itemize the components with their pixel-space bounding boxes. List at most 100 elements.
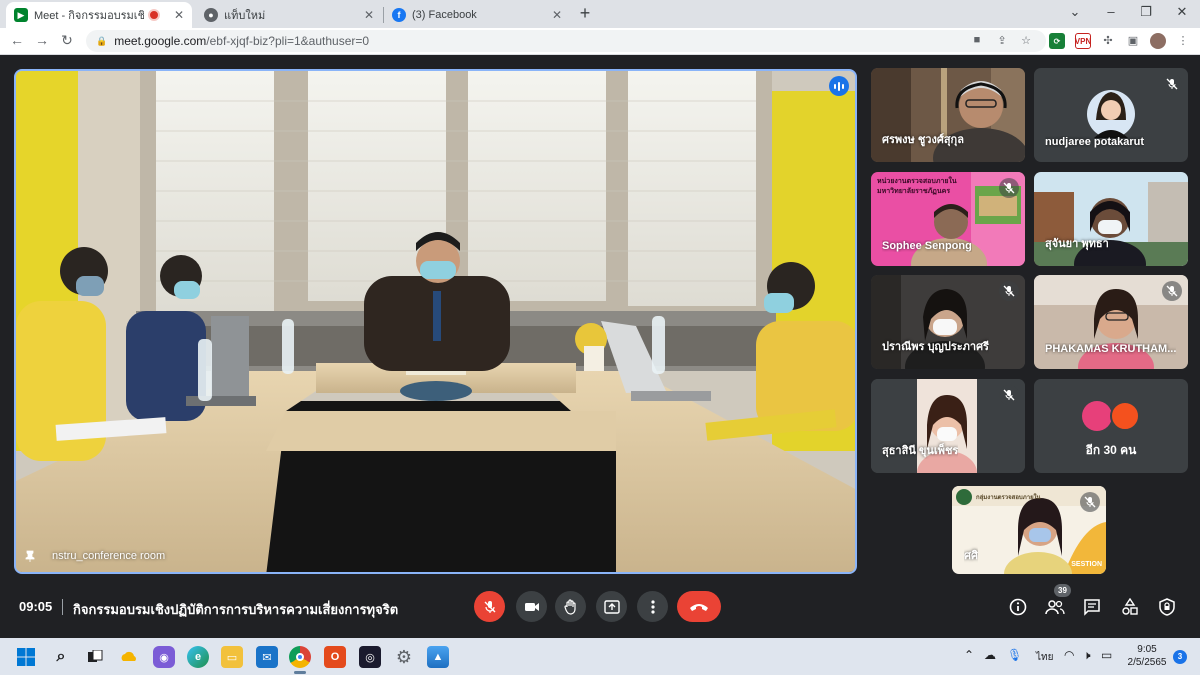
slide-text: หน่วยงานตรวจสอบภายใน มหาวิทยาลัยราชภัฏนค… (877, 178, 957, 195)
participant-count-badge: 39 (1054, 584, 1071, 597)
close-tab-icon[interactable]: ✕ (364, 8, 374, 22)
participant-name: สุจันยา พุทธา (1045, 238, 1109, 250)
people-button[interactable] (1044, 596, 1066, 618)
wifi-icon[interactable]: ◠ (1064, 648, 1074, 662)
file-explorer-icon[interactable]: ▭ (221, 646, 243, 668)
mic-off-icon (484, 600, 495, 613)
settings-gear-icon[interactable]: ⚙ (393, 646, 415, 668)
active-app-indicator (294, 671, 306, 674)
participant-name: Sophee Senpong (882, 240, 972, 252)
url-host: meet.google.com (114, 34, 207, 48)
pin-icon[interactable] (24, 550, 36, 562)
extension-icon[interactable]: ⟳ (1049, 33, 1065, 49)
edge-browser-icon[interactable]: e (187, 646, 209, 668)
info-icon (1009, 598, 1027, 616)
vpn-extension-icon[interactable]: VPN (1075, 33, 1091, 49)
recording-indicator-icon (147, 9, 160, 21)
side-panel-icon[interactable]: ▣ (1126, 34, 1140, 47)
avatar (1110, 401, 1140, 431)
raise-hand-button[interactable] (555, 591, 586, 622)
back-arrow-icon[interactable]: ← (8, 32, 26, 48)
main-video-tile[interactable]: nstru_conference room (14, 69, 857, 574)
photos-icon[interactable]: ▲ (427, 646, 449, 668)
mic-tray-icon[interactable]: 🎙 (1007, 648, 1022, 662)
meeting-title: กิจกรรมอบรมเชิงปฏิบัติการการบริหารความเส… (73, 602, 399, 617)
menu-dots-icon[interactable]: ⋮ (1176, 34, 1190, 47)
conference-room-video (16, 71, 855, 572)
mic-toggle-button[interactable] (474, 591, 505, 622)
input-language[interactable]: ไทย (1036, 650, 1053, 665)
slide-word: SESTION (1071, 561, 1102, 568)
new-tab-button[interactable]: + (575, 3, 595, 24)
camera-toggle-button[interactable] (516, 591, 547, 622)
participant-tile[interactable]: PHAKAMAS KRUTHAM... (1034, 275, 1188, 369)
close-tab-icon[interactable]: ✕ (174, 8, 184, 22)
profile-avatar[interactable] (1150, 33, 1166, 49)
participant-tile[interactable]: หน่วยงานตรวจสอบภายใน มหาวิทยาลัยราชภัฏนค… (871, 172, 1025, 266)
forward-arrow-icon[interactable]: → (33, 32, 51, 48)
chevron-up-icon[interactable]: ⌃ (964, 648, 974, 662)
self-view-tile[interactable]: กลุ่มงานตรวจสอบภายใน SESTION ศศิ (952, 486, 1106, 574)
more-participants-tile[interactable]: อีก 30 คน (1034, 379, 1188, 473)
main-tile-name: nstru_conference room (52, 550, 166, 562)
participant-name: ศรพงษ ชูวงศ์สุกุล (882, 134, 964, 146)
office-icon[interactable]: O (324, 646, 346, 668)
teams-chat-icon[interactable]: ◉ (153, 646, 175, 668)
notification-badge[interactable]: 3 (1173, 650, 1187, 664)
participant-tile[interactable]: ศรพงษ ชูวงศ์สุกุล (871, 68, 1025, 162)
host-controls-button[interactable] (1156, 596, 1178, 618)
search-icon[interactable]: ⌕ (50, 646, 72, 668)
tab-title: (3) Facebook (412, 9, 477, 21)
puzzle-extensions-icon[interactable]: ✣ (1101, 34, 1115, 47)
tab-title: Meet - กิจกรรมอบรมเชิงปฏิบัติก (34, 10, 144, 22)
tab-facebook[interactable]: f (3) Facebook ✕ (384, 2, 570, 28)
tab-new-tab[interactable]: ● แท็บใหม่ ✕ (196, 2, 382, 28)
reload-icon[interactable]: ↻ (58, 32, 76, 49)
maximize-button[interactable]: ❐ (1136, 4, 1156, 20)
close-window-button[interactable]: ✕ (1172, 4, 1192, 20)
tab-meet[interactable]: ▶ Meet - กิจกรรมอบรมเชิงปฏิบัติก ✕ (6, 2, 192, 28)
tab-search-icon[interactable]: ⌄ (1065, 4, 1085, 20)
participant-tile[interactable]: ปราณีพร บุญประภาศรี (871, 275, 1025, 369)
people-icon (1045, 600, 1065, 615)
close-tab-icon[interactable]: ✕ (552, 8, 562, 22)
taskbar-date: 2/5/2565 (1127, 657, 1167, 668)
participant-tile[interactable]: สุธาสินี ขุนเพ็ชร (871, 379, 1025, 473)
leave-call-button[interactable] (677, 591, 721, 622)
muted-mic-icon (1162, 281, 1182, 301)
browser-tab-strip: ▶ Meet - กิจกรรมอบรมเชิงปฏิบัติก ✕ ● แท็… (0, 0, 1200, 28)
taskbar-clock[interactable]: 9:05 2/5/2565 (1124, 643, 1170, 669)
camera-permission-icon[interactable]: ■ (970, 34, 984, 46)
mail-icon[interactable]: ✉ (256, 646, 278, 668)
participant-tile[interactable]: สุจันยา พุทธา (1034, 172, 1188, 266)
weather-icon[interactable] (118, 646, 140, 668)
webex-icon[interactable]: ◎ (359, 646, 381, 668)
address-bar[interactable]: 🔒 meet.google.com/ebf-xjqf-biz?pli=1&aut… (86, 30, 1046, 52)
speaker-muted-icon[interactable]: 🕨 (1083, 648, 1091, 663)
participant-tile[interactable]: nudjaree potakarut (1034, 68, 1188, 162)
battery-icon[interactable]: ▭ (1101, 648, 1112, 662)
present-to-all-icon (603, 599, 620, 614)
call-end-icon (690, 603, 708, 611)
facebook-icon: f (392, 8, 406, 22)
meeting-clock: 09:05 (19, 599, 53, 614)
chat-icon (1084, 599, 1100, 616)
more-options-button[interactable] (637, 591, 668, 622)
meeting-details-button[interactable] (1007, 596, 1029, 618)
present-screen-button[interactable] (596, 591, 627, 622)
more-participants-count: อีก 30 คน (1085, 443, 1137, 457)
shield-lock-icon (1159, 598, 1175, 616)
google-meet-icon: ▶ (14, 8, 28, 22)
participant-name: nudjaree potakarut (1045, 136, 1145, 148)
task-view-icon[interactable] (84, 646, 106, 668)
muted-mic-icon (999, 178, 1019, 198)
chat-button[interactable] (1081, 596, 1103, 618)
activities-button[interactable] (1119, 596, 1141, 618)
bookmark-star-icon[interactable]: ☆ (1019, 34, 1033, 47)
videocam-icon (524, 602, 539, 611)
chrome-taskbar-icon[interactable] (289, 646, 311, 668)
onedrive-cloud-icon[interactable]: ☁ (984, 648, 996, 662)
share-icon[interactable]: ⇪ (995, 34, 1009, 47)
windows-start-icon[interactable] (15, 646, 37, 668)
minimize-button[interactable]: – (1101, 4, 1121, 19)
